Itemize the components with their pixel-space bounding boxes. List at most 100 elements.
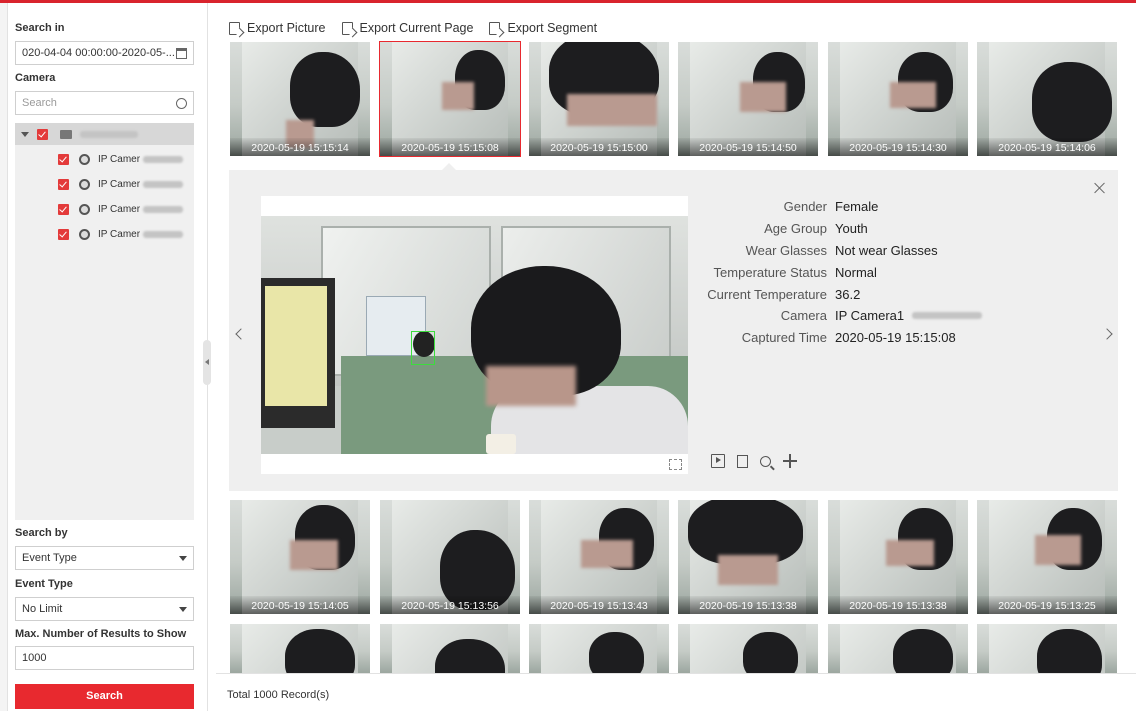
export-current-page-label: Export Current Page xyxy=(359,21,474,35)
attr-row-age-group: Age Group Youth xyxy=(689,218,982,240)
thumbnail-time: 2020-05-19 15:13:38 xyxy=(828,596,968,614)
time-range-value: 020-04-04 00:00:00-2020-05-... xyxy=(22,47,175,59)
export-picture-button[interactable]: Export Picture xyxy=(229,21,326,35)
camera-checkbox[interactable] xyxy=(58,228,69,240)
group-name-redacted xyxy=(80,130,138,138)
chevron-down-icon xyxy=(179,606,187,612)
export-icon[interactable] xyxy=(737,454,748,468)
export-current-page-button[interactable]: Export Current Page xyxy=(341,21,474,35)
event-type-value: No Limit xyxy=(22,603,63,615)
search-button[interactable]: Search xyxy=(15,684,194,709)
attr-value: Youth xyxy=(835,221,868,237)
search-by-select[interactable]: Event Type xyxy=(15,546,194,570)
calendar-icon[interactable] xyxy=(176,47,187,59)
export-icon xyxy=(341,21,353,35)
attr-key: Gender xyxy=(783,199,827,215)
thumbnail-time: 2020-05-19 15:13:43 xyxy=(529,596,669,614)
attr-value: Normal xyxy=(835,264,877,280)
capture-thumbnail[interactable]: 2020-05-19 15:14:06 xyxy=(977,42,1117,156)
capture-thumbnail[interactable] xyxy=(529,624,669,674)
collapse-panel-handle[interactable] xyxy=(203,340,211,385)
thumbnail-time: 2020-05-19 15:15:08 xyxy=(380,138,520,156)
capture-thumbnail[interactable] xyxy=(678,624,818,674)
tree-root-node[interactable] xyxy=(15,123,194,145)
capture-thumbnail[interactable]: 2020-05-19 15:14:30 xyxy=(828,42,968,156)
camera-tree: IP Camer IP Camer IP Camer IP Camer xyxy=(15,123,194,520)
camera-ip-redacted xyxy=(143,155,184,163)
close-icon[interactable] xyxy=(1094,182,1106,194)
export-segment-label: Export Segment xyxy=(507,21,598,35)
captured-picture xyxy=(261,196,688,474)
camera-icon xyxy=(79,153,90,165)
capture-thumbnail[interactable] xyxy=(230,624,370,674)
thumbnail-time: 2020-05-19 15:14:30 xyxy=(828,138,968,156)
attr-key: Temperature Status xyxy=(713,264,827,280)
search-icon[interactable] xyxy=(760,455,771,467)
thumbnail-time: 2020-05-19 15:14:05 xyxy=(230,596,370,614)
camera-search-placeholder: Search xyxy=(22,97,57,109)
capture-thumbnail[interactable]: 2020-05-19 15:13:38 xyxy=(678,500,818,614)
capture-thumbnail[interactable]: 2020-05-19 15:13:43 xyxy=(529,500,669,614)
thumbnail-time: 2020-05-19 15:13:25 xyxy=(977,596,1117,614)
max-results-value: 1000 xyxy=(22,652,47,664)
search-by-value: Event Type xyxy=(22,552,77,564)
capture-thumbnail-selected[interactable]: 2020-05-19 15:15:08 xyxy=(379,41,521,157)
detail-panel: Gender Female Age Group Youth Wear Glass… xyxy=(229,170,1118,491)
playback-icon[interactable] xyxy=(711,454,725,468)
export-segment-button[interactable]: Export Segment xyxy=(489,21,597,35)
camera-item[interactable]: IP Camer xyxy=(15,173,194,195)
search-icon[interactable] xyxy=(176,97,187,109)
camera-search-input[interactable]: Search xyxy=(15,91,194,115)
event-type-select[interactable]: No Limit xyxy=(15,597,194,621)
left-edge-bar xyxy=(0,3,8,711)
search-by-label: Search by xyxy=(15,527,68,539)
camera-ip-redacted xyxy=(912,312,983,320)
camera-checkbox[interactable] xyxy=(58,153,69,165)
camera-item[interactable]: IP Camer xyxy=(15,198,194,220)
capture-thumbnail[interactable]: 2020-05-19 15:15:14 xyxy=(230,42,370,156)
camera-checkbox[interactable] xyxy=(58,203,69,215)
attr-key: Camera xyxy=(780,308,827,324)
attr-value: IP Camera1 xyxy=(835,308,905,324)
capture-thumbnail[interactable]: 2020-05-19 15:14:05 xyxy=(230,500,370,614)
camera-item[interactable]: IP Camer xyxy=(15,223,194,245)
capture-thumbnail[interactable]: 2020-05-19 15:13:56 xyxy=(380,500,520,614)
camera-item-label: IP Camer xyxy=(98,228,141,240)
camera-checkbox[interactable] xyxy=(58,178,69,190)
add-icon[interactable] xyxy=(783,454,797,468)
attr-row-gender: Gender Female xyxy=(689,196,982,218)
capture-thumbnail[interactable]: 2020-05-19 15:15:00 xyxy=(529,42,669,156)
root-checkbox[interactable] xyxy=(37,128,48,140)
camera-ip-redacted xyxy=(143,230,184,238)
attr-key: Captured Time xyxy=(741,330,827,346)
chevron-down-icon xyxy=(179,555,187,561)
capture-thumbnail[interactable] xyxy=(828,624,968,674)
face-detection-box xyxy=(411,331,435,365)
capture-thumbnail[interactable]: 2020-05-19 15:13:38 xyxy=(828,500,968,614)
capture-thumbnail[interactable]: 2020-05-19 15:14:50 xyxy=(678,42,818,156)
capture-thumbnail[interactable]: 2020-05-19 15:13:25 xyxy=(977,500,1117,614)
results-footer: Total 1000 Record(s) xyxy=(216,673,1136,711)
previous-arrow-icon[interactable] xyxy=(235,328,247,340)
time-range-field[interactable]: 020-04-04 00:00:00-2020-05-... xyxy=(15,41,194,65)
capture-thumbnail[interactable] xyxy=(380,624,520,674)
attr-value: Not wear Glasses xyxy=(835,242,938,258)
camera-icon xyxy=(79,178,90,190)
expand-caret-icon[interactable] xyxy=(21,131,29,137)
max-results-input[interactable]: 1000 xyxy=(15,646,194,670)
thumbnail-time: 2020-05-19 15:13:38 xyxy=(678,596,818,614)
fullscreen-icon[interactable] xyxy=(669,459,682,470)
camera-icon xyxy=(79,203,90,215)
camera-item-label: IP Camer xyxy=(98,203,141,215)
search-in-label: Search in xyxy=(15,22,65,34)
next-arrow-icon[interactable] xyxy=(1101,328,1113,340)
camera-ip-redacted xyxy=(143,205,184,213)
max-results-label: Max. Number of Results to Show xyxy=(15,628,187,640)
thumbnail-time: 2020-05-19 15:13:56 xyxy=(380,596,520,614)
camera-item-label: IP Camer xyxy=(98,153,141,165)
camera-item-label: IP Camer xyxy=(98,178,141,190)
attr-row-camera: Camera IP Camera1 xyxy=(689,305,983,327)
camera-item[interactable]: IP Camer xyxy=(15,148,194,170)
capture-thumbnail[interactable] xyxy=(977,624,1117,674)
attr-key: Wear Glasses xyxy=(745,242,827,258)
